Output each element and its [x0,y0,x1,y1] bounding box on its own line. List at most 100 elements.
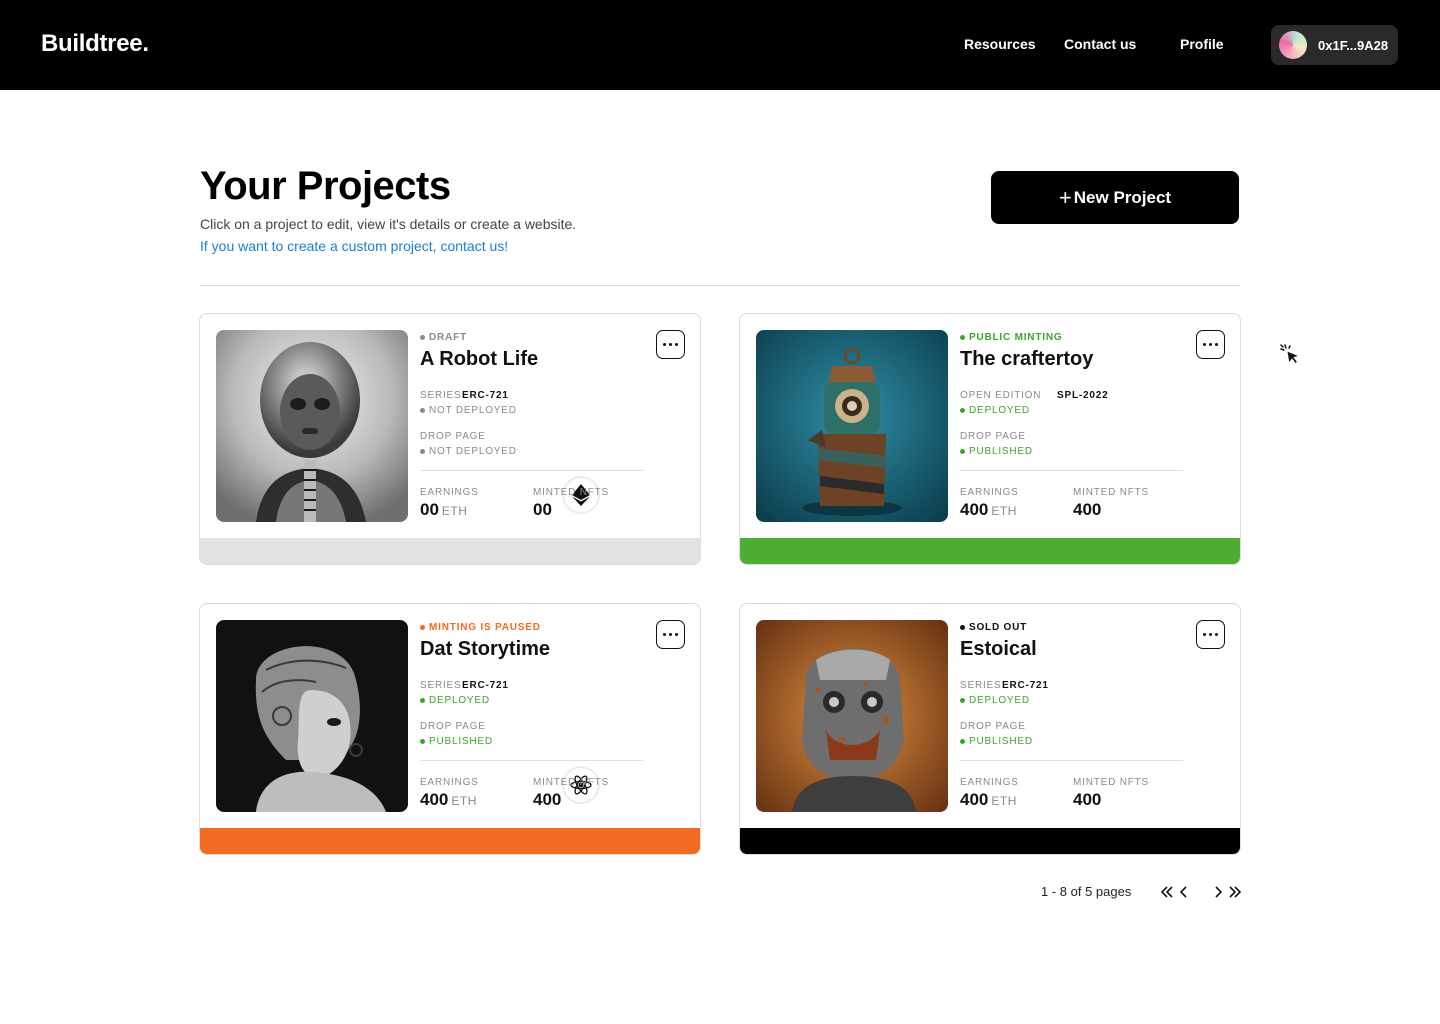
status-dot [960,625,965,630]
contract-type-label: OPEN EDITION [960,390,1042,401]
mouse-pointer-icon [1280,344,1302,371]
minted-nfts-value: 400 [1073,500,1102,519]
card-divider [960,760,1183,761]
section-divider [200,285,1240,286]
last-page-button[interactable] [1225,882,1245,902]
drop-page-label: DROP PAGE [420,721,486,732]
buildtree-logo[interactable]: Buildtree. [41,30,149,58]
contract-standard: ERC-721 [1002,680,1049,691]
status-text: PUBLIC MINTING [969,332,1063,343]
state-dot [960,408,965,413]
earnings-amount: 400 [420,790,449,809]
status-badge: DRAFT [420,332,467,343]
status-bar [740,538,1240,564]
earnings-label: EARNINGS [420,487,479,498]
contract-state: DEPLOYED [420,695,490,706]
previous-page-button[interactable] [1174,882,1194,902]
project-thumbnail [756,330,948,522]
project-card[interactable]: SOLD OUT Estoical SERIES ERC-721 DEPLOYE… [739,603,1241,855]
state-dot [420,739,425,744]
card-divider [420,470,643,471]
chevron-left-icon [1180,886,1187,898]
earnings-amount: 00 [420,500,439,519]
drop-page-label: DROP PAGE [960,431,1026,442]
state-dot [960,449,965,454]
status-text: DRAFT [429,332,467,343]
wallet-address: 0x1F...9A28 [1318,37,1389,53]
wallet-avatar [1279,31,1307,59]
status-text: MINTING IS PAUSED [429,622,541,633]
more-options-button[interactable] [1196,330,1225,359]
state-dot [960,698,965,703]
minted-nfts-label: MINTED NFTS [1073,487,1150,498]
status-text: SOLD OUT [969,622,1028,633]
contract-state-text: DEPLOYED [969,695,1030,706]
plus-icon: + [1058,184,1072,210]
contract-type-label: SERIES [420,680,462,691]
project-card[interactable]: MINTING IS PAUSED Dat Storytime SERIES E… [199,603,701,855]
project-card[interactable]: PUBLIC MINTING The craftertoy OPEN EDITI… [739,313,1241,565]
more-icon [662,342,679,347]
project-thumbnail [756,620,948,812]
status-dot [960,335,965,340]
project-title: Dat Storytime [420,638,551,660]
double-chevron-left-icon [1160,886,1173,898]
more-options-button[interactable] [1196,620,1225,649]
custom-project-contact-link[interactable]: If you want to create a custom project, … [200,238,508,254]
contract-type-label: SERIES [420,390,462,401]
new-project-label: New Project [1073,187,1172,207]
more-icon [1202,342,1219,347]
nav-contact-us[interactable]: Contact us [1064,36,1136,52]
contract-type-label: SERIES [960,680,1002,691]
status-badge: MINTING IS PAUSED [420,622,541,633]
more-icon [1202,632,1219,637]
more-options-button[interactable] [656,330,685,359]
project-thumbnail [216,330,408,522]
nav-profile[interactable]: Profile [1180,36,1224,52]
status-badge: SOLD OUT [960,622,1027,633]
drop-page-state: NOT DEPLOYED [420,446,517,457]
earnings-label: EARNINGS [960,487,1019,498]
wallet-button[interactable]: 0x1F...9A28 [1271,25,1398,65]
new-project-button[interactable]: + New Project [991,171,1239,224]
status-bar [740,828,1240,854]
drop-page-label: DROP PAGE [960,721,1026,732]
project-card[interactable]: DRAFT A Robot Life SERIES ERC-721 NOT DE… [199,313,701,565]
drop-page-state: PUBLISHED [960,736,1033,747]
earnings-value: 00 ETH [420,500,467,520]
earnings-unit: ETH [451,794,477,808]
earnings-amount: 400 [960,500,989,519]
earnings-label: EARNINGS [960,777,1019,788]
earnings-value: 400 ETH [960,500,1017,520]
status-badge: PUBLIC MINTING [960,332,1062,343]
top-navigation-bar: Buildtree. Resources Contact us Profile … [0,0,1440,90]
earnings-unit: ETH [991,794,1017,808]
earnings-amount: 400 [960,790,989,809]
status-bar [200,828,700,854]
page-title: Your Projects [200,164,451,208]
drop-page-state: PUBLISHED [960,446,1033,457]
drop-page-state-text: PUBLISHED [969,446,1033,457]
status-dot [420,335,425,340]
minted-nfts-value: 00 [533,500,552,519]
nav-resources[interactable]: Resources [964,36,1036,52]
contract-state-text: DEPLOYED [969,405,1030,416]
state-dot [420,449,425,454]
card-divider [960,470,1183,471]
more-options-button[interactable] [656,620,685,649]
status-bar [200,538,700,564]
minted-nfts-label: MINTED NFTS [1073,777,1150,788]
project-title: A Robot Life [420,348,539,370]
contract-state: NOT DEPLOYED [420,405,517,416]
drop-page-state-text: PUBLISHED [969,736,1033,747]
earnings-value: 400 ETH [960,790,1017,810]
contract-standard: SPL-2022 [1057,390,1109,401]
contract-standard: ERC-721 [462,390,509,401]
earnings-value: 400 ETH [420,790,477,810]
minted-nfts-label: MINTED NFTS [533,487,610,498]
contract-state: DEPLOYED [960,695,1030,706]
drop-page-state-text: PUBLISHED [429,736,493,747]
earnings-unit: ETH [991,504,1017,518]
contract-state-text: NOT DEPLOYED [429,405,517,416]
drop-page-state: PUBLISHED [420,736,493,747]
